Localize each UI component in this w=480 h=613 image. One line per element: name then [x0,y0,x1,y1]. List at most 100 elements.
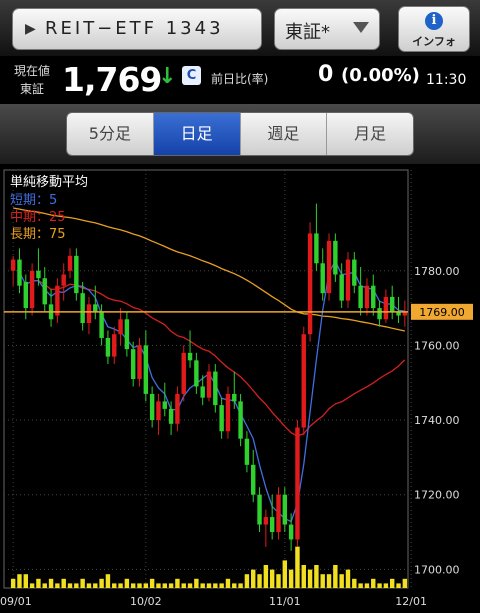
volume-bar [251,569,256,588]
market-label: 東証* [285,22,330,43]
candle-body [74,255,79,294]
volume-bar [181,583,186,588]
candle-body [67,255,73,271]
tab-period-1[interactable]: 日足 [153,113,241,155]
candle-body [80,293,85,324]
legend-item: 短期：5 [10,193,57,208]
volume-bar [162,583,167,588]
volume-bar [105,574,111,588]
candle-body [345,259,351,301]
candle-body [17,259,22,286]
volume-bar [74,583,79,588]
volume-bar [389,578,395,588]
volume-bar [219,583,224,588]
price-chart[interactable]: 1780.00 1760.00 1740.00 1720.00 1700.00 09/01… [0,164,480,609]
y-tick-label: 1720.00 [414,489,460,502]
change-label: 前日比(率) [211,72,269,86]
exchange-label: 東証 [20,82,45,96]
candle-body [105,337,111,357]
candle-body [168,408,174,424]
volume-bar [288,569,294,588]
current-price-label: 現在値 [14,64,51,78]
close-marker-badge: C [182,66,201,85]
volume-bar [371,578,376,588]
volume-bar [17,574,22,588]
volume-bar [86,583,92,588]
change-value: 0 [318,62,334,87]
volume-bar [257,574,262,588]
info-label: インフォ [412,35,456,48]
candle-body [124,319,130,350]
volume-bar [326,574,332,588]
candle-body [86,304,92,324]
candle-body [276,494,281,533]
candle-body [181,352,186,394]
down-arrow-icon: ↓ [158,64,177,89]
candle-body [238,401,243,439]
volume-bar [263,565,269,588]
candle-body [320,263,325,294]
volume-bar [23,574,29,588]
candle-body [364,285,370,309]
symbol-selector-button[interactable]: ▶ REIT−ETF 1343 [12,8,262,50]
x-tick-label: 10/02 [130,595,162,608]
candle-body [206,371,212,398]
candle-body [257,494,262,525]
candle-body [175,393,180,424]
candle-body [232,393,237,402]
volume-bar [206,583,212,588]
volume-bar [383,583,389,588]
candle-body [326,240,332,294]
candle-body [23,281,29,309]
volume-bar [124,578,130,588]
volume-bar [10,578,16,588]
volume-bar [358,583,363,588]
volume-bar [80,578,85,588]
candle-body [143,345,149,394]
candle-body [61,274,66,286]
change-percent: (0.00%) [340,65,420,86]
volume-bar [339,574,344,588]
volume-bar [36,578,41,588]
market-dropdown[interactable]: 東証* [274,8,380,50]
tab-period-3[interactable]: 月足 [327,113,413,155]
candle-body [99,311,104,338]
volume-bar [99,578,104,588]
volume-bar [168,583,174,588]
volume-bar [187,583,193,588]
candle-body [112,334,117,357]
candle-body [10,259,16,271]
volume-bar [377,583,382,588]
quote-panel: 現在値 東証 1,769 ↓ C 前日比(率) 0 (0.00%) 11:30 [0,56,480,104]
y-tick-label: 1740.00 [414,414,460,427]
candle-body [219,405,224,432]
candle-body [162,401,167,409]
candle-body [187,352,193,361]
candle-body [118,319,123,335]
tab-period-2[interactable]: 週足 [240,113,328,155]
volume-bar [225,578,231,588]
volume-bar [29,583,35,588]
candle-body [371,285,376,309]
volume-bar [61,578,66,588]
current-price: 1,769 [62,60,162,99]
volume-bar [118,583,123,588]
volume-bar [314,565,319,588]
volume-bar [320,574,325,588]
candle-body [358,285,363,309]
candle-body [301,334,306,428]
current-price-tag-label: 1769.00 [419,306,465,319]
volume-bar [352,578,357,588]
tab-period-0[interactable]: 5分足 [67,113,154,155]
volume-bar [333,565,338,588]
volume-bar [175,578,180,588]
legend-title: 単純移動平均 [10,174,88,190]
x-tick-label: 09/01 [0,595,32,608]
volume-bar [295,546,300,588]
top-toolbar: ▶ REIT−ETF 1343 東証* i インフォ [0,0,480,56]
info-button[interactable]: i インフォ [398,6,470,52]
volume-bar [149,578,155,588]
volume-bar [194,578,199,588]
y-tick-label: 1700.00 [414,563,460,576]
volume-bar [269,569,275,588]
